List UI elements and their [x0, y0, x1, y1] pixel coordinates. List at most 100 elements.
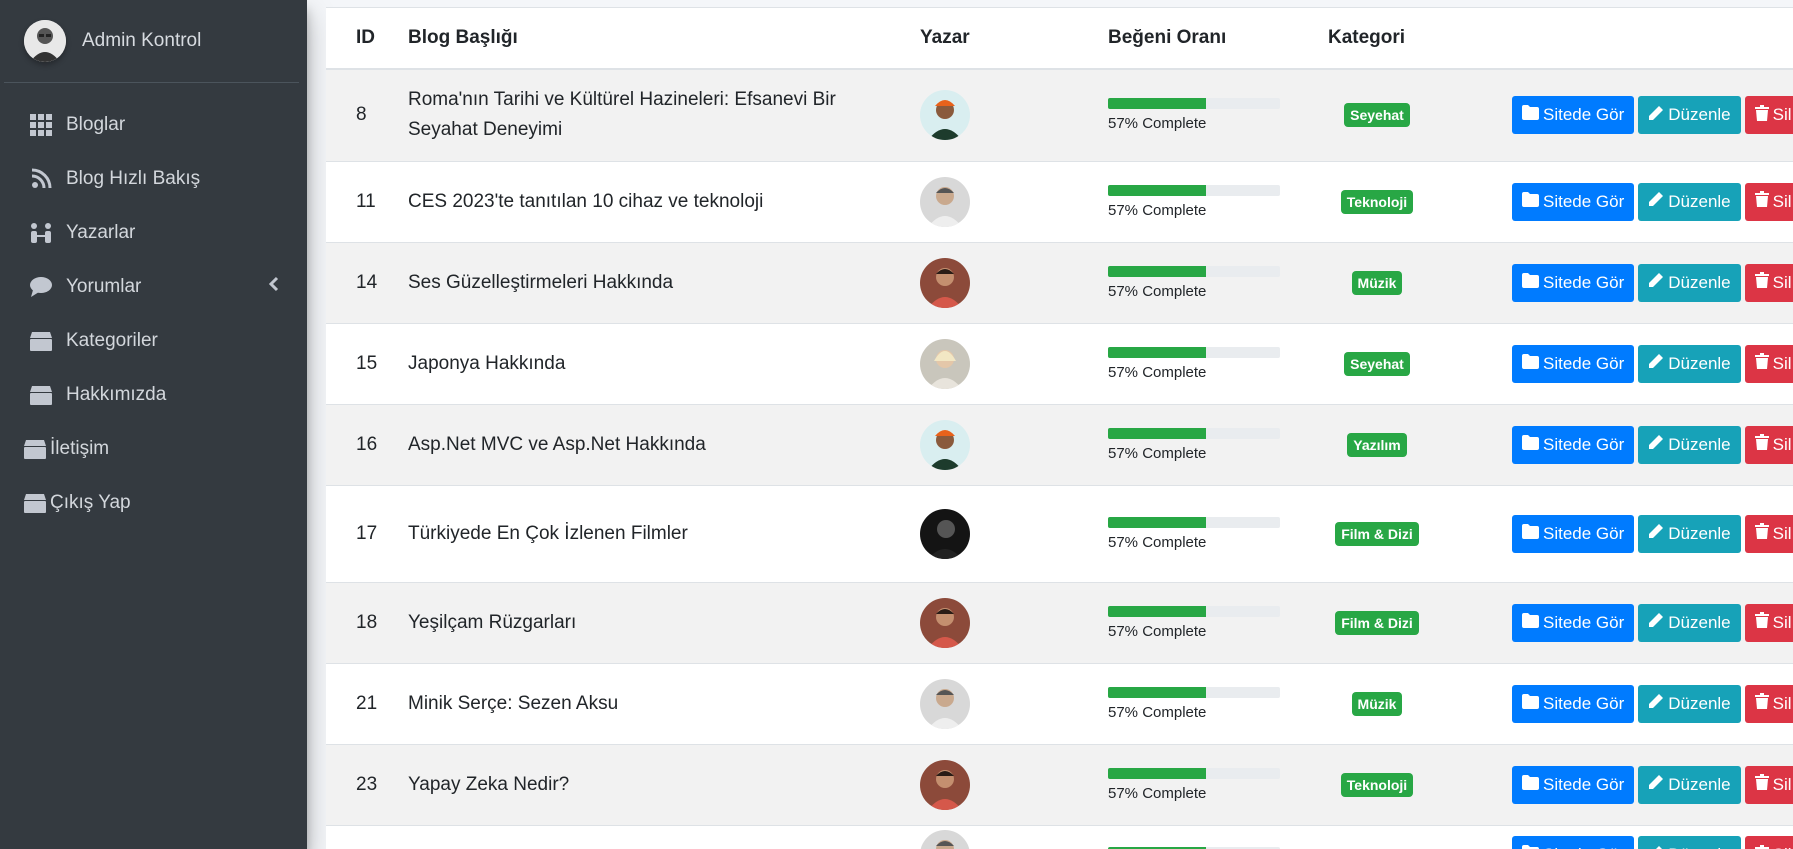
delete-button[interactable]: Sil — [1744, 836, 1793, 849]
rating-progress — [1108, 265, 1280, 277]
edit-label: Düzenle — [1668, 105, 1731, 125]
sidebar-item-cikis-yap[interactable]: Çıkış Yap — [0, 476, 307, 530]
folder-icon — [1522, 434, 1539, 455]
row-actions: Sitede Gör Düzenle Sil — [1504, 241, 1793, 323]
view-on-site-button[interactable]: Sitede Gör — [1512, 182, 1635, 221]
edit-button[interactable]: Düzenle — [1638, 603, 1741, 642]
edit-button[interactable]: Düzenle — [1638, 514, 1741, 553]
delete-button[interactable]: Sil — [1744, 514, 1793, 553]
table-row: 17 Türkiyede En Çok İzlenen Filmler 57% Co… — [326, 484, 1793, 582]
row-id: 11 — [326, 160, 408, 242]
delete-button[interactable]: Sil — [1744, 603, 1793, 642]
rating-progress-text: 57% Complete — [1108, 115, 1207, 133]
view-on-site-button[interactable]: Sitede Gör — [1512, 684, 1635, 723]
category-badge: Müzik — [1351, 270, 1403, 295]
author-avatar[interactable] — [920, 678, 970, 729]
view-on-site-label: Sitede Gör — [1543, 105, 1625, 125]
rating-progress-bar — [1108, 686, 1207, 698]
sidebar-item-kategoriler[interactable]: Kategoriler — [0, 314, 307, 368]
row-title: Minik Serçe: Sezen Aksu — [408, 662, 908, 744]
box-icon — [22, 490, 48, 516]
delete-button[interactable]: Sil — [1744, 684, 1793, 723]
view-on-site-button[interactable]: Sitede Gör — [1512, 603, 1635, 642]
edit-button[interactable]: Düzenle — [1638, 765, 1741, 804]
author-avatar[interactable] — [920, 759, 970, 810]
edit-button[interactable]: Düzenle — [1638, 684, 1741, 723]
view-on-site-button[interactable]: Sitede Gör — [1512, 96, 1635, 135]
delete-label: Sil — [1772, 774, 1792, 794]
header-title: Blog Başlığı — [408, 8, 908, 70]
sidebar-item-hakkimizda[interactable]: Hakkımızda — [0, 368, 307, 422]
sidebar-item-yorumlar[interactable]: Yorumlar — [0, 260, 307, 314]
row-actions: Sitede Gör Düzenle Sil — [1504, 743, 1793, 825]
author-avatar[interactable] — [920, 419, 970, 470]
view-on-site-button[interactable]: Sitede Gör — [1512, 514, 1635, 553]
author-avatar[interactable] — [920, 830, 970, 849]
pencil-icon — [1648, 523, 1664, 544]
view-on-site-label: Sitede Gör — [1543, 353, 1625, 373]
box-icon — [22, 436, 48, 462]
view-on-site-label: Sitede Gör — [1543, 845, 1624, 849]
edit-button[interactable]: Düzenle — [1638, 344, 1741, 383]
folder-icon — [1522, 774, 1539, 795]
author-avatar[interactable] — [920, 90, 970, 141]
row-author — [908, 160, 1108, 242]
rating-progress-text: 57% Complete — [1108, 201, 1207, 219]
author-avatar[interactable] — [920, 597, 970, 648]
rating-progress-text: 57% Complete — [1108, 444, 1207, 462]
sidebar-item-blog-hizli-bakis[interactable]: Blog Hızlı Bakış — [0, 152, 307, 206]
author-avatar[interactable] — [920, 338, 970, 389]
author-avatar[interactable] — [920, 508, 970, 559]
row-id — [326, 824, 408, 849]
row-title: Yeşilçam Rüzgarları — [408, 581, 908, 663]
row-author — [908, 322, 1108, 404]
edit-button[interactable]: Düzenle — [1638, 836, 1741, 849]
category-badge: Seyehat — [1344, 103, 1410, 128]
view-on-site-button[interactable]: Sitede Gör — [1512, 344, 1635, 383]
table-body: 8 Roma'nın Tarihi ve Kültürel Hazineleri:… — [326, 68, 1793, 849]
row-actions: Sitede Gör Düzenle Sil — [1504, 484, 1793, 582]
delete-label: Sil — [1772, 272, 1792, 292]
edit-button[interactable]: Düzenle — [1638, 96, 1741, 135]
view-on-site-button[interactable]: Sitede Gör — [1512, 765, 1635, 804]
delete-button[interactable]: Sil — [1744, 425, 1793, 464]
edit-button[interactable]: Düzenle — [1638, 182, 1741, 221]
view-on-site-button[interactable]: Sitede Gör — [1512, 836, 1635, 849]
sidebar-item-iletisim[interactable]: İletişim — [0, 422, 307, 476]
edit-button[interactable]: Düzenle — [1638, 425, 1741, 464]
brand[interactable]: Admin Kontrol — [4, 0, 299, 83]
pencil-icon — [1648, 191, 1664, 212]
delete-button[interactable]: Sil — [1744, 96, 1793, 135]
author-avatar[interactable] — [920, 176, 970, 227]
author-avatar[interactable] — [920, 257, 970, 308]
view-on-site-button[interactable]: Sitede Gör — [1512, 425, 1635, 464]
header-rating: Beğeni Oranı — [1108, 8, 1314, 70]
row-title: Roma'nın Tarihi ve Kültürel Hazineleri: … — [408, 68, 908, 161]
trash-icon — [1754, 272, 1769, 293]
category-badge: Müzik — [1351, 691, 1403, 716]
table-row: 18 Yeşilçam Rüzgarları 57% Complete Film & … — [326, 581, 1793, 663]
delete-button[interactable]: Sil — [1744, 344, 1793, 383]
table-row: 8 Roma'nın Tarihi ve Kültürel Hazineleri:… — [326, 68, 1793, 161]
rating-progress-bar — [1108, 184, 1207, 196]
rating-progress-bar — [1108, 98, 1207, 110]
delete-button[interactable]: Sil — [1744, 765, 1793, 804]
admin-avatar — [24, 20, 66, 62]
rating-progress-bar — [1108, 516, 1207, 528]
row-title: Japonya Hakkında — [408, 322, 908, 404]
row-actions: Sitede Gör Düzenle Sil — [1504, 662, 1793, 744]
chevron-left-icon[interactable] — [268, 276, 279, 298]
sidebar-item-yazarlar[interactable]: Yazarlar — [0, 206, 307, 260]
edit-button[interactable]: Düzenle — [1638, 263, 1741, 302]
row-category: Seyehat — [1314, 68, 1504, 161]
rating-progress — [1108, 98, 1280, 110]
trash-icon — [1754, 693, 1769, 714]
sidebar-item-bloglar[interactable]: Bloglar — [0, 98, 307, 152]
view-on-site-button[interactable]: Sitede Gör — [1512, 263, 1635, 302]
delete-button[interactable]: Sil — [1744, 182, 1793, 221]
sidebar-item-label: Blog Hızlı Bakış — [66, 168, 201, 189]
pencil-icon — [1648, 353, 1664, 374]
header-id: ID — [326, 8, 408, 70]
row-id: 18 — [326, 581, 408, 663]
delete-button[interactable]: Sil — [1744, 263, 1793, 302]
